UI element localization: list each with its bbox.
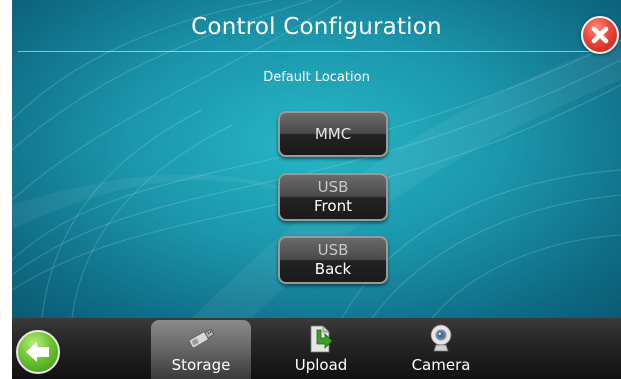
tab-upload[interactable]: Upload [271,320,371,379]
usb-drive-icon [188,328,215,349]
section-label: Default Location [263,70,370,85]
control-configuration-screen: Control Configuration Default Location M… [0,0,621,379]
usb-front-button[interactable]: USB Front [278,173,388,221]
usb-back-button-label-2: Back [314,260,352,278]
usb-back-button-label-1: USB [317,241,349,259]
tab-camera-label: Camera [411,356,471,374]
back-arrow-icon [26,342,49,362]
close-icon [591,26,609,44]
webcam-icon [430,324,452,352]
usb-front-button-label-2: Front [314,197,352,215]
tab-storage-label: Storage [171,356,231,374]
close-button[interactable] [581,16,619,54]
tab-camera[interactable]: Camera [391,320,491,379]
usb-front-button-label-1: USB [317,178,349,196]
main-panel: Control Configuration Default Location M… [12,0,621,318]
mmc-button[interactable]: MMC [278,111,388,157]
upload-icon [310,325,333,353]
tab-storage[interactable]: Storage [151,320,251,379]
back-button[interactable] [16,330,60,374]
tab-upload-label: Upload [294,356,348,374]
title-divider [18,51,590,52]
mmc-button-label: MMC [314,124,352,143]
usb-back-button[interactable]: USB Back [278,236,388,284]
page-title: Control Configuration [191,14,442,40]
